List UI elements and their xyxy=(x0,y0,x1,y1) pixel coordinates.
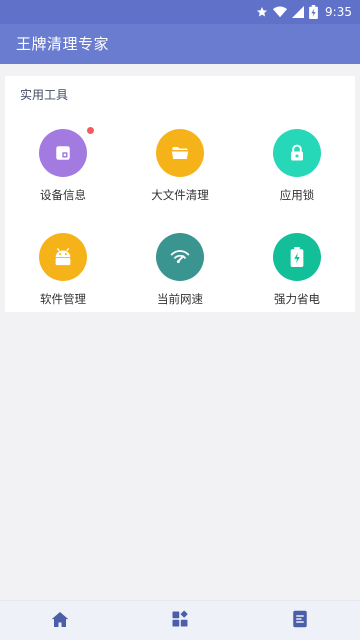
tool-label: 软件管理 xyxy=(40,292,86,306)
tool-label: 大文件清理 xyxy=(151,188,209,202)
apps-icon xyxy=(171,610,189,632)
tool-label: 强力省电 xyxy=(274,292,320,306)
tool-label: 应用锁 xyxy=(279,188,315,202)
device-info-icon xyxy=(39,129,87,177)
app-title: 王牌清理专家 xyxy=(16,35,110,53)
tool-power-save[interactable]: 强力省电 xyxy=(247,233,347,317)
wifi-icon xyxy=(273,6,288,18)
home-icon xyxy=(51,611,69,632)
tool-large-file-clean[interactable]: 大文件清理 xyxy=(130,129,230,213)
nav-home[interactable] xyxy=(0,601,120,640)
status-bar: 9:35 xyxy=(0,0,360,24)
nav-document[interactable] xyxy=(240,601,360,640)
android-icon xyxy=(39,233,87,281)
tool-software-manage[interactable]: 软件管理 xyxy=(13,233,113,317)
battery-save-icon xyxy=(273,233,321,281)
notification-badge xyxy=(87,127,94,134)
wifi-speed-icon xyxy=(156,233,204,281)
tool-app-lock[interactable]: 应用锁 xyxy=(247,129,347,213)
nav-apps[interactable] xyxy=(120,601,240,640)
tool-label: 当前网速 xyxy=(157,292,203,306)
star-icon xyxy=(256,6,268,18)
status-icons: 9:35 xyxy=(256,3,352,21)
tools-card: 实用工具 设备信息 大文件清理 应用锁 软件管理 当前网速 强力省电 xyxy=(5,76,355,312)
tool-device-info[interactable]: 设备信息 xyxy=(13,127,113,213)
folder-icon xyxy=(156,129,204,177)
tool-label: 设备信息 xyxy=(40,188,86,202)
bottom-nav xyxy=(0,600,360,640)
document-icon xyxy=(292,610,308,632)
section-title: 实用工具 xyxy=(20,88,69,102)
screen: 9:35 王牌清理专家 实用工具 设备信息 大文件清理 应用锁 软件管理 当前网… xyxy=(0,0,360,640)
tool-network-speed[interactable]: 当前网速 xyxy=(130,233,230,317)
status-time: 9:35 xyxy=(325,5,352,19)
signal-icon xyxy=(292,6,305,18)
battery-icon xyxy=(309,5,318,19)
lock-icon xyxy=(273,129,321,177)
app-bar: 王牌清理专家 xyxy=(0,24,360,64)
